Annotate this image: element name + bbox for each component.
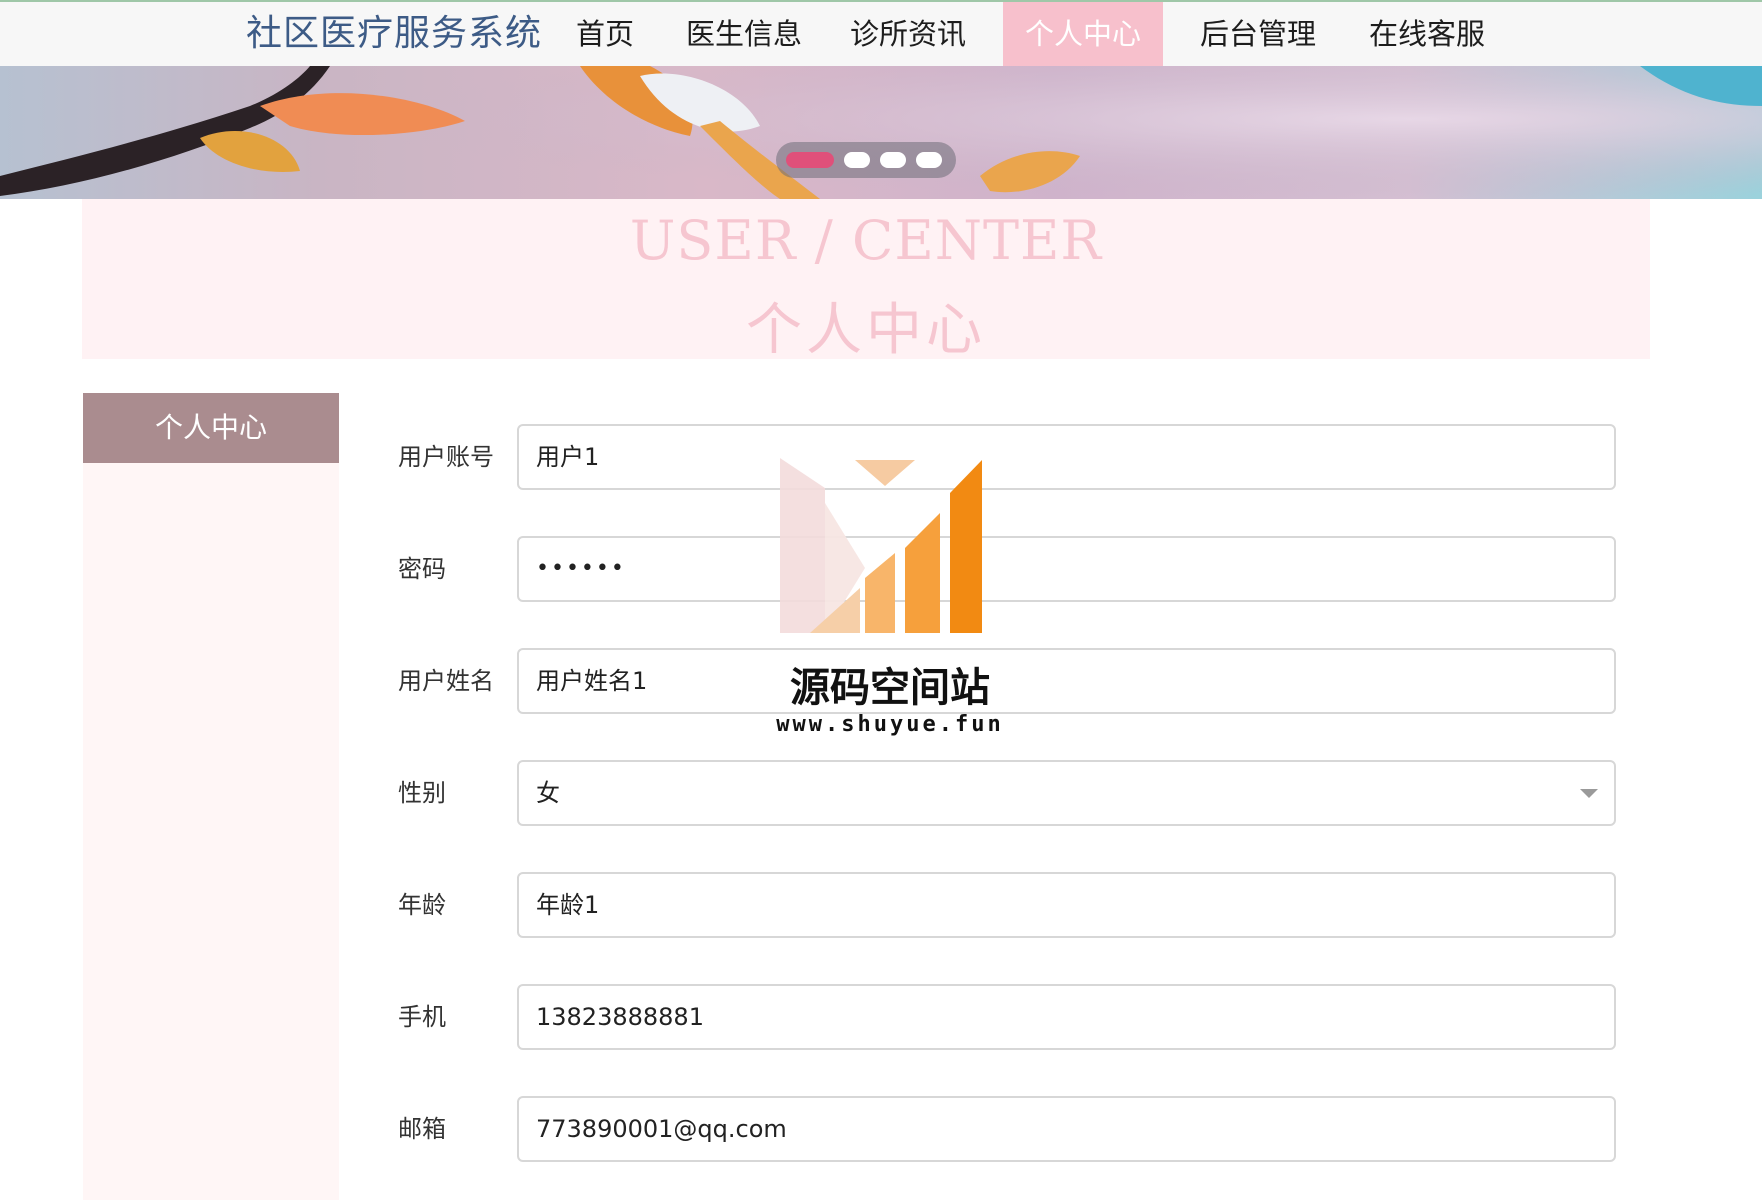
- watermark-text: 源码空间站: [790, 665, 990, 711]
- age-field[interactable]: 年龄1: [517, 872, 1616, 938]
- age-label: 年龄: [398, 891, 446, 919]
- form-row-email: 邮箱 773890001@qq.com: [0, 1096, 1762, 1162]
- page-title-en: USER / CENTER: [629, 209, 1103, 272]
- nav-item-user-center[interactable]: 个人中心: [1003, 2, 1163, 66]
- carousel-indicators: [776, 142, 956, 178]
- form-row-gender: 性别 女: [0, 760, 1762, 826]
- password-label: 密码: [398, 555, 446, 583]
- nav-item-admin[interactable]: 后台管理: [1186, 2, 1330, 66]
- banner-image: [0, 66, 1762, 199]
- gender-select[interactable]: 女: [517, 760, 1616, 826]
- page-title-block: USER / CENTER 个人中心: [82, 199, 1650, 363]
- nav-item-home[interactable]: 首页: [564, 2, 646, 66]
- form-row-phone: 手机 13823888881: [0, 984, 1762, 1050]
- name-label: 用户姓名: [398, 667, 494, 695]
- page-title-zh: 个人中心: [746, 298, 986, 363]
- carousel-dot-1[interactable]: [786, 152, 834, 168]
- carousel-dot-2[interactable]: [844, 152, 870, 168]
- nav-item-customer-service[interactable]: 在线客服: [1355, 2, 1499, 66]
- gender-label: 性别: [398, 779, 446, 807]
- banner-carousel[interactable]: [0, 66, 1762, 199]
- site-brand[interactable]: 社区医疗服务系统: [246, 12, 542, 56]
- nav-item-clinic-news[interactable]: 诊所资讯: [836, 2, 980, 66]
- phone-label: 手机: [398, 1003, 446, 1031]
- name-field[interactable]: 用户姓名1: [517, 648, 1616, 714]
- carousel-dot-4[interactable]: [916, 152, 942, 168]
- gender-selected-value: 女: [536, 779, 560, 807]
- nav-item-doctors[interactable]: 医生信息: [672, 2, 816, 66]
- form-row-age: 年龄 年龄1: [0, 872, 1762, 938]
- phone-field[interactable]: 13823888881: [517, 984, 1616, 1050]
- account-field[interactable]: 用户1: [517, 424, 1616, 490]
- top-nav: 社区医疗服务系统 首页 医生信息 诊所资讯 个人中心 后台管理 在线客服: [0, 2, 1762, 66]
- password-field[interactable]: ••••••: [517, 536, 1616, 602]
- chevron-down-icon[interactable]: [1580, 789, 1598, 798]
- account-label: 用户账号: [398, 443, 494, 471]
- email-field[interactable]: 773890001@qq.com: [517, 1096, 1616, 1162]
- watermark-url: www.shuyue.fun: [776, 712, 1004, 737]
- carousel-dot-3[interactable]: [880, 152, 906, 168]
- email-label: 邮箱: [398, 1115, 446, 1143]
